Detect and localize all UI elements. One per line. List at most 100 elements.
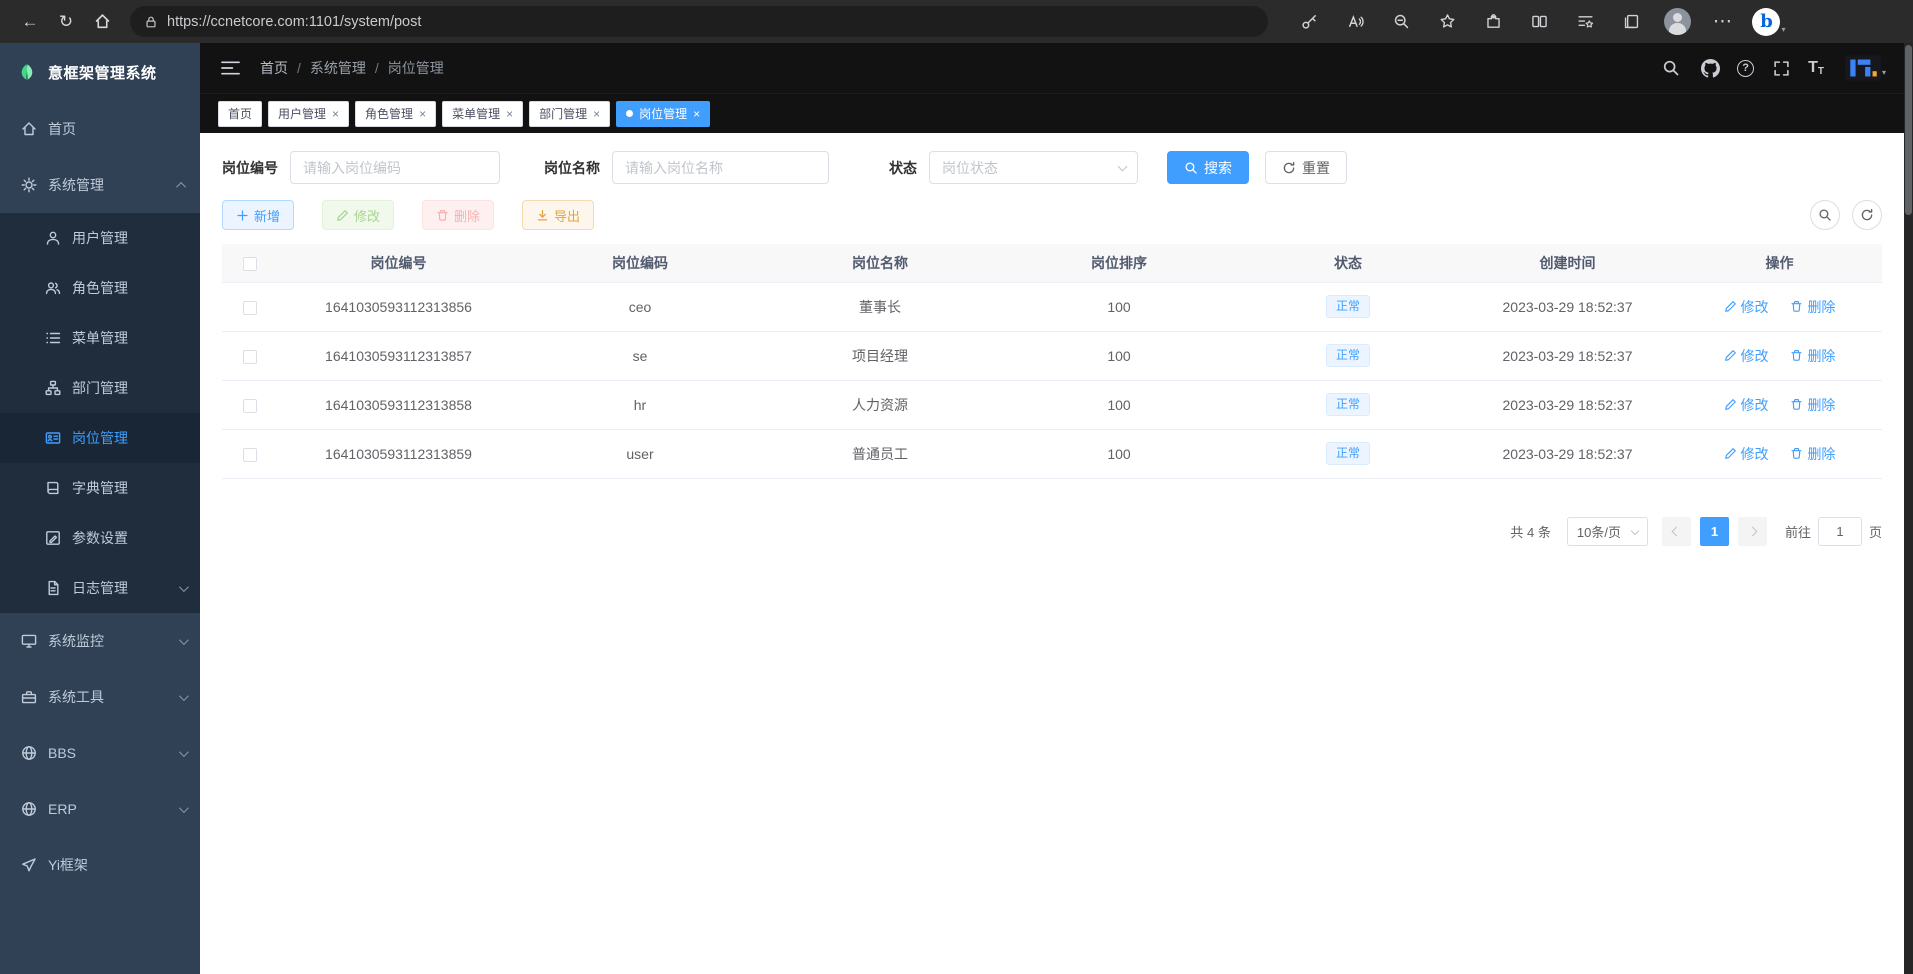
breadcrumb: 首页 / 系统管理 / 岗位管理 <box>260 58 444 78</box>
trash-icon <box>1790 447 1803 460</box>
next-page-button[interactable] <box>1738 517 1767 546</box>
col-ops: 操作 <box>1677 244 1882 282</box>
close-icon[interactable]: × <box>693 108 700 120</box>
sidebar-item-erp[interactable]: ERP <box>0 781 200 837</box>
github-icon[interactable] <box>1698 56 1722 80</box>
goto-page-input[interactable] <box>1818 517 1862 546</box>
address-bar[interactable]: https://ccnetcore.com:1101/system/post <box>130 6 1268 37</box>
user-logo[interactable]: ▾ <box>1845 55 1886 81</box>
globe-icon <box>20 745 37 762</box>
favorites-bar-icon[interactable] <box>1568 6 1602 38</box>
sidebar-item-role[interactable]: 角色管理 <box>0 263 200 313</box>
home-button[interactable] <box>84 5 120 39</box>
split-screen-icon[interactable] <box>1522 6 1556 38</box>
sidebar-item-tools[interactable]: 系统工具 <box>0 669 200 725</box>
collections-icon[interactable] <box>1614 6 1648 38</box>
font-size-icon[interactable]: TT <box>1808 59 1824 77</box>
search-icon <box>1818 208 1832 222</box>
export-button[interactable]: 导出 <box>522 200 594 230</box>
tab-user[interactable]: 用户管理× <box>268 101 349 127</box>
close-icon[interactable]: × <box>506 108 513 120</box>
sidebar-item-menu[interactable]: 菜单管理 <box>0 313 200 363</box>
status-select[interactable]: 岗位状态 <box>929 151 1138 184</box>
search-icon[interactable] <box>1659 56 1683 80</box>
help-icon[interactable]: ? <box>1737 60 1754 77</box>
row-delete-link[interactable]: 删除 <box>1790 297 1835 317</box>
tab-dept[interactable]: 部门管理× <box>529 101 610 127</box>
sidebar-item-log[interactable]: 日志管理 <box>0 563 200 613</box>
row-delete-link[interactable]: 删除 <box>1790 346 1835 366</box>
refresh-button[interactable]: ↻ <box>48 5 84 39</box>
row-edit-link[interactable]: 修改 <box>1724 346 1769 366</box>
extension-icon[interactable] <box>1476 6 1510 38</box>
scrollbar-thumb[interactable] <box>1905 45 1912 215</box>
hamburger-icon[interactable] <box>218 56 242 80</box>
password-key-icon[interactable] <box>1292 6 1326 38</box>
close-icon[interactable]: × <box>593 108 600 120</box>
col-status: 状态 <box>1238 244 1458 282</box>
select-all-checkbox[interactable] <box>243 257 257 271</box>
main-area: 首页 / 系统管理 / 岗位管理 ? TT ▾ 首页 用户管理× 角色管 <box>200 43 1904 974</box>
breadcrumb-system[interactable]: 系统管理 <box>310 58 366 78</box>
refresh-table-button[interactable] <box>1852 200 1882 230</box>
add-button[interactable]: 新增 <box>222 200 294 230</box>
post-code-input[interactable] <box>290 151 500 184</box>
sidebar-item-dict[interactable]: 字典管理 <box>0 463 200 513</box>
sidebar-item-dept[interactable]: 部门管理 <box>0 363 200 413</box>
page-number-1[interactable]: 1 <box>1700 517 1729 546</box>
chevron-up-icon <box>176 181 186 191</box>
browser-menu-icon[interactable]: ⋯ <box>1706 6 1740 38</box>
sidebar-item-post[interactable]: 岗位管理 <box>0 413 200 463</box>
zoom-icon[interactable] <box>1384 6 1418 38</box>
reset-button[interactable]: 重置 <box>1265 151 1347 184</box>
breadcrumb-home[interactable]: 首页 <box>260 58 288 78</box>
row-edit-link[interactable]: 修改 <box>1724 444 1769 464</box>
active-dot <box>626 110 633 117</box>
goto-unit: 页 <box>1869 522 1882 541</box>
post-name-input[interactable] <box>612 151 829 184</box>
favorite-add-icon[interactable] <box>1430 6 1464 38</box>
read-aloud-icon[interactable] <box>1338 6 1372 38</box>
row-checkbox[interactable] <box>243 301 257 315</box>
close-icon[interactable]: × <box>419 108 426 120</box>
sidebar-item-monitor[interactable]: 系统监控 <box>0 613 200 669</box>
delete-button[interactable]: 删除 <box>422 200 494 230</box>
edit-button[interactable]: 修改 <box>322 200 394 230</box>
header-actions: ? TT ▾ <box>1659 55 1886 81</box>
close-icon[interactable]: × <box>332 108 339 120</box>
row-edit-link[interactable]: 修改 <box>1724 395 1769 415</box>
tab-post[interactable]: 岗位管理× <box>616 101 710 127</box>
chevron-down-icon <box>179 803 189 813</box>
browser-scrollbar[interactable] <box>1904 43 1913 974</box>
back-button[interactable]: ← <box>12 5 48 39</box>
post-table: 岗位编号 岗位编码 岗位名称 岗位排序 状态 创建时间 操作 164103059… <box>222 244 1882 479</box>
row-checkbox[interactable] <box>243 399 257 413</box>
sidebar-item-system[interactable]: 系统管理 <box>0 157 200 213</box>
row-checkbox[interactable] <box>243 448 257 462</box>
search-button[interactable]: 搜索 <box>1167 151 1249 184</box>
screen: ← ↻ https://ccnetcore.com:1101/system/po… <box>0 0 1913 974</box>
sidebar-item-yi[interactable]: Yi框架 <box>0 837 200 893</box>
edit-square-icon <box>44 530 61 547</box>
profile-avatar[interactable] <box>1660 6 1694 38</box>
sidebar-item-bbs[interactable]: BBS <box>0 725 200 781</box>
toolbox-icon <box>20 689 37 706</box>
fullscreen-icon[interactable] <box>1769 56 1793 80</box>
row-edit-link[interactable]: 修改 <box>1724 297 1769 317</box>
show-search-button[interactable] <box>1810 200 1840 230</box>
page-size-select[interactable]: 10条/页 <box>1567 517 1648 546</box>
sidebar-item-home[interactable]: 首页 <box>0 101 200 157</box>
prev-page-button[interactable] <box>1662 517 1691 546</box>
sidebar-item-param[interactable]: 参数设置 <box>0 513 200 563</box>
row-delete-link[interactable]: 删除 <box>1790 395 1835 415</box>
system-submenu: 用户管理 角色管理 菜单管理 部门管理 岗位管理 字典管理 <box>0 213 200 613</box>
tab-role[interactable]: 角色管理× <box>355 101 436 127</box>
row-delete-link[interactable]: 删除 <box>1790 444 1835 464</box>
table-toolbar: 新增 修改 删除 导出 <box>222 200 1882 230</box>
tab-home[interactable]: 首页 <box>218 101 262 127</box>
leaf-logo-icon <box>16 61 38 83</box>
sidebar-item-user[interactable]: 用户管理 <box>0 213 200 263</box>
copilot-bing-icon[interactable]: b▾ <box>1752 6 1786 38</box>
row-checkbox[interactable] <box>243 350 257 364</box>
tab-menu[interactable]: 菜单管理× <box>442 101 523 127</box>
